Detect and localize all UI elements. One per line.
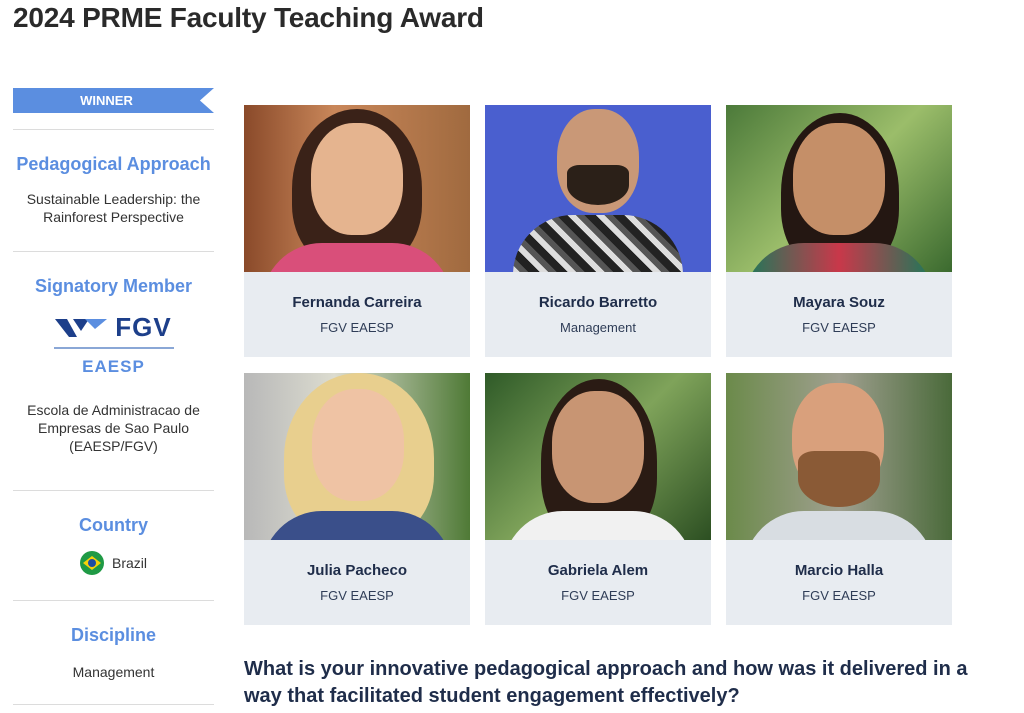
member-name-line3: (EAESP/FGV) [69, 438, 158, 454]
member-photo [244, 373, 470, 540]
discipline-section: Discipline Management [13, 601, 214, 704]
pedagogical-approach-text: Sustainable Leadership: the Rainforest P… [13, 190, 214, 226]
fgv-eaesp-logo: FGV EAESP [13, 312, 214, 377]
question-line1: What is your innovative pedagogical appr… [244, 658, 968, 680]
winner-banner: WINNER [13, 88, 214, 113]
discipline-heading: Discipline [70, 625, 157, 645]
member-name: Gabriela Alem [547, 562, 649, 579]
member-name: Escola de Administracao de Empresas de S… [13, 401, 214, 455]
member-affiliation: FGV EAESP [802, 588, 876, 603]
fgv-mark-icon [55, 318, 108, 337]
logo-fgv-text: FGV [115, 312, 172, 342]
member-affiliation: Management [560, 320, 636, 335]
member-photo [726, 105, 952, 272]
page-title: 2024 PRME Faculty Teaching Award [13, 2, 484, 33]
member-affiliation: FGV EAESP [320, 320, 394, 335]
member-photo [244, 105, 470, 272]
award-sidebar: WINNER Pedagogical Approach Sustainable … [13, 88, 214, 705]
pedagogical-approach-line1: Sustainable Leadership: the [26, 191, 201, 207]
member-name: Julia Pacheco [306, 562, 408, 579]
divider [13, 704, 214, 705]
member-name-line2: Empresas de Sao Paulo [38, 420, 189, 436]
logo-rule [53, 347, 174, 349]
member-name: Ricardo Barretto [538, 294, 658, 311]
country-heading: Country [79, 515, 148, 535]
member-affiliation: FGV EAESP [561, 588, 635, 603]
team-member-card[interactable]: Ricardo Barretto Management [485, 105, 711, 357]
signatory-member-section: Signatory Member FGV EAESP Escola de Adm… [13, 252, 214, 490]
logo-eaesp-text: EAESP [82, 357, 145, 376]
country-row: Brazil [13, 551, 214, 575]
member-name: Mayara Souz [793, 294, 885, 311]
question-heading: What is your innovative pedagogical appr… [244, 656, 1014, 710]
member-name: Fernanda Carreira [292, 294, 422, 311]
pedagogical-approach-line2: Rainforest Perspective [43, 209, 184, 225]
member-affiliation: FGV EAESP [320, 588, 394, 603]
question-line2: way that facilitated student engagement … [244, 685, 740, 707]
pedagogical-approach-section: Pedagogical Approach Sustainable Leaders… [13, 130, 214, 251]
member-photo [726, 373, 952, 540]
member-name-line1: Escola de Administracao de [27, 402, 200, 418]
signatory-member-heading: Signatory Member [34, 276, 193, 296]
team-member-card[interactable]: Julia Pacheco FGV EAESP [244, 373, 470, 625]
discipline-value: Management [72, 664, 155, 680]
member-photo [485, 105, 711, 272]
team-member-card[interactable]: Marcio Halla FGV EAESP [726, 373, 952, 625]
team-member-card[interactable]: Gabriela Alem FGV EAESP [485, 373, 711, 625]
member-name: Marcio Halla [794, 562, 884, 579]
pedagogical-approach-heading: Pedagogical Approach [16, 154, 211, 174]
member-affiliation: FGV EAESP [802, 320, 876, 335]
country-value: Brazil [111, 555, 147, 571]
member-photo [485, 373, 711, 540]
country-section: Country Brazil [13, 491, 214, 600]
brazil-flag-icon [79, 551, 104, 575]
team-member-card[interactable]: Fernanda Carreira FGV EAESP [244, 105, 470, 357]
team-member-card[interactable]: Mayara Souz FGV EAESP [726, 105, 952, 357]
